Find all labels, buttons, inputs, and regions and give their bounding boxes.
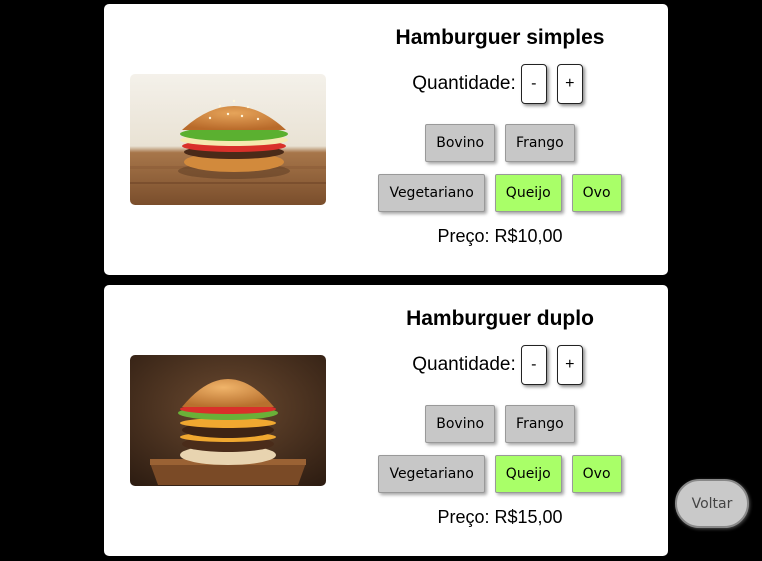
decrease-quantity-button[interactable]: - <box>520 64 547 104</box>
option-bovino-button[interactable]: Bovino <box>425 405 496 443</box>
product-card: Hamburguer duplo Quantidade: - + Bovino … <box>104 285 668 556</box>
option-frango-button[interactable]: Frango <box>505 124 575 162</box>
quantity-label: Quantidade: <box>412 354 516 375</box>
extra-options: Vegetariano Queijo Ovo <box>354 174 646 212</box>
option-frango-button[interactable]: Frango <box>505 405 575 443</box>
option-queijo-button[interactable]: Queijo <box>494 174 562 212</box>
option-ovo-button[interactable]: Ovo <box>571 455 622 493</box>
product-price: Preço: R$10,00 <box>437 226 563 246</box>
product-title: Hamburguer duplo <box>406 307 594 330</box>
protein-options: Bovino Frango <box>354 405 646 443</box>
product-price: Preço: R$15,00 <box>437 507 563 527</box>
protein-options: Bovino Frango <box>354 124 646 162</box>
option-vegetariano-button[interactable]: Vegetariano <box>378 174 485 212</box>
increase-quantity-button[interactable]: + <box>556 64 583 104</box>
product-card: Hamburguer simples Quantidade: - + Bovin… <box>104 4 668 275</box>
option-vegetariano-button[interactable]: Vegetariano <box>378 455 485 493</box>
product-title: Hamburguer simples <box>395 26 605 49</box>
option-bovino-button[interactable]: Bovino <box>425 124 496 162</box>
option-queijo-button[interactable]: Queijo <box>494 455 562 493</box>
option-ovo-button[interactable]: Ovo <box>571 174 622 212</box>
quantity-control: Quantidade: - + <box>354 63 646 105</box>
quantity-control: Quantidade: - + <box>354 344 646 386</box>
extra-options: Vegetariano Queijo Ovo <box>354 455 646 493</box>
decrease-quantity-button[interactable]: - <box>520 345 547 385</box>
quantity-label: Quantidade: <box>412 73 516 94</box>
product-image <box>130 74 326 205</box>
back-button[interactable]: Voltar <box>675 479 749 528</box>
increase-quantity-button[interactable]: + <box>556 345 583 385</box>
product-image <box>130 355 326 486</box>
